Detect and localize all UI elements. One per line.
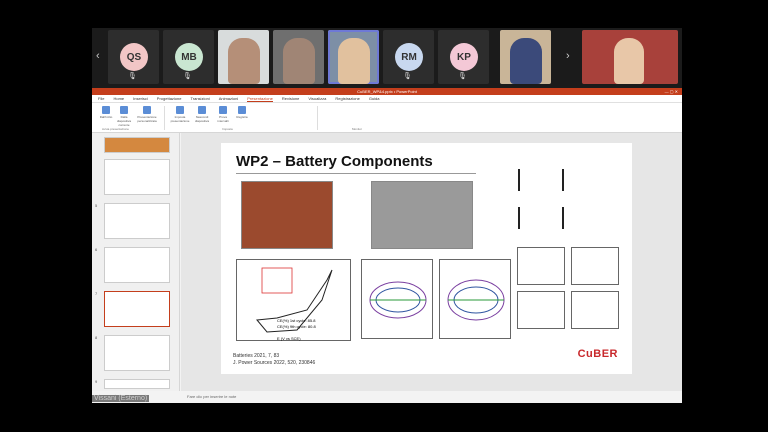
- participant-tile-qs[interactable]: QS 🎙: [108, 30, 159, 84]
- video-person: [228, 38, 260, 84]
- slide-thumbnail[interactable]: [104, 137, 170, 153]
- participant-tile-video[interactable]: [218, 30, 269, 84]
- cv-plot-a-svg: CE(%) 1st cycle: 85.8 CE(%) 9th cycle: 8…: [256, 267, 333, 341]
- svg-text:CE(%) 1st cycle: 85.8: CE(%) 1st cycle: 85.8: [277, 318, 316, 323]
- notes-bar[interactable]: Fare clic per inserire le note: [181, 391, 682, 403]
- ribbon-separator: [164, 106, 165, 130]
- powerpoint-window: CuBER_WP&4.pptx • PowerPoint — ▢ ✕ File …: [92, 88, 682, 403]
- slide-number: 7: [95, 291, 98, 296]
- reference-2: J. Power Sources 2022, 520, 230846: [233, 360, 316, 366]
- slide-number: 5: [95, 203, 98, 208]
- ribbon-separator: [317, 106, 318, 130]
- participant-tile-mb[interactable]: MB 🎙: [163, 30, 214, 84]
- title-rule: [236, 173, 476, 174]
- tab-file[interactable]: File: [98, 96, 104, 101]
- mic-muted-icon: 🎙: [458, 73, 467, 80]
- avatar: QS: [120, 43, 148, 71]
- cv-plot-a: CE(%) 1st cycle: 85.8 CE(%) 9th cycle: 8…: [236, 259, 351, 341]
- slide-title: WP2 – Battery Components: [236, 153, 433, 170]
- ftir-plot-4: [571, 291, 619, 329]
- cv-plot-b-svg: [369, 281, 427, 319]
- ftir-plot-1: [517, 247, 565, 285]
- mic-muted-icon: 🎙: [128, 73, 137, 80]
- reference-1: Batteries 2021, 7, 83: [233, 353, 280, 359]
- participant-tile-video[interactable]: [500, 30, 551, 84]
- chevron-right-icon[interactable]: ›: [566, 50, 570, 62]
- cv-plot-c: [439, 259, 511, 339]
- tab-recording[interactable]: Registrazione: [335, 96, 359, 101]
- notes-placeholder: Fare clic per inserire le note: [187, 394, 237, 399]
- tab-animations[interactable]: Animazioni: [219, 96, 239, 101]
- tab-review[interactable]: Revisione: [282, 96, 300, 101]
- svg-text:CE(%) 9th cycle: 80.8: CE(%) 9th cycle: 80.8: [277, 324, 316, 329]
- custom-show-button[interactable]: Presentazione personalizzata: [136, 106, 158, 124]
- slide-thumbnail[interactable]: [104, 159, 170, 195]
- file-title: CuBER_WP&4.pptx • PowerPoint: [357, 89, 417, 94]
- slide-canvas[interactable]: WP2 – Battery Components CE(%) 1st cycle…: [221, 143, 632, 374]
- slide-number: 6: [95, 247, 98, 252]
- video-person: [283, 38, 315, 84]
- ftir-plot-3: [517, 291, 565, 329]
- ftir-plot-2: [571, 247, 619, 285]
- tab-design[interactable]: Progettazione: [157, 96, 182, 101]
- tab-home[interactable]: Home: [113, 96, 124, 101]
- rehearse-button[interactable]: Prova intervalli: [214, 106, 232, 124]
- avatar: KP: [450, 43, 478, 71]
- ribbon: Dall'inizio Dalla diapositiva corrente P…: [92, 103, 682, 133]
- setup-show-button[interactable]: Imposta presentazione: [170, 106, 190, 124]
- reaction-schemes-svg: [518, 169, 564, 229]
- hide-slide-button[interactable]: Nascondi diapositiva: [192, 106, 212, 124]
- mic-muted-icon: 🎙: [183, 73, 192, 80]
- avatar: RM: [395, 43, 423, 71]
- participant-tile-kp[interactable]: KP 🎙: [438, 30, 489, 84]
- self-video-tile: [582, 30, 678, 84]
- record-button[interactable]: Registra: [234, 106, 250, 124]
- video-person: [614, 38, 644, 84]
- mic-muted-icon: 🎙: [403, 73, 412, 80]
- participant-strip: ‹ QS 🎙 MB 🎙 RM 🎙 KP 🎙 ›: [92, 28, 682, 88]
- tab-slideshow[interactable]: Presentazione: [247, 96, 273, 102]
- slide-thumbnail[interactable]: [104, 379, 170, 389]
- presenter-name-label: Vissani (Esterno): [92, 395, 150, 402]
- slide-thumbnail[interactable]: [104, 203, 170, 239]
- svg-text:E (V vs SCE): E (V vs SCE): [277, 336, 301, 341]
- ribbon-tabs: File Home Inserisci Progettazione Transi…: [92, 95, 682, 103]
- window-controls[interactable]: — ▢ ✕: [665, 89, 678, 94]
- slide-thumbnail-pane: 5 6 7 8 9: [92, 133, 180, 391]
- participant-tile-video-active[interactable]: [328, 30, 379, 84]
- cuber-logo: CuBER: [577, 348, 618, 360]
- avatar: MB: [175, 43, 203, 71]
- ribbon-group-label: Monitor: [352, 127, 363, 131]
- teams-window: ‹ QS 🎙 MB 🎙 RM 🎙 KP 🎙 › CuBER_WP&4.pptx …: [92, 28, 682, 403]
- ribbon-group-label: Avvia presentazione: [102, 127, 129, 131]
- ppt-title-bar: CuBER_WP&4.pptx • PowerPoint — ▢ ✕: [92, 88, 682, 95]
- tab-view[interactable]: Visualizza: [308, 96, 326, 101]
- reaction-schemes: [501, 163, 591, 238]
- slide-editing-area: WP2 – Battery Components CE(%) 1st cycle…: [181, 133, 682, 391]
- cv-plot-c-svg: [447, 279, 505, 321]
- chevron-left-icon[interactable]: ‹: [96, 50, 100, 62]
- participant-tile-rm[interactable]: RM 🎙: [383, 30, 434, 84]
- video-person: [510, 38, 542, 84]
- slide-thumbnail[interactable]: [104, 247, 170, 283]
- foil-photo: [241, 181, 333, 249]
- tab-insert[interactable]: Inserisci: [133, 96, 148, 101]
- ribbon-group-label: Imposta: [222, 127, 233, 131]
- slide-number: 9: [95, 379, 98, 384]
- cv-plot-b: [361, 259, 433, 339]
- from-start-button[interactable]: Dall'inizio: [98, 106, 114, 124]
- tab-transitions[interactable]: Transizioni: [190, 96, 209, 101]
- tab-help[interactable]: Guida: [369, 96, 380, 101]
- slide-thumbnail[interactable]: [104, 335, 170, 371]
- sem-image: [371, 181, 473, 249]
- participant-tile-video[interactable]: [273, 30, 324, 84]
- video-person: [338, 38, 370, 84]
- from-current-button[interactable]: Dalla diapositiva corrente: [116, 106, 132, 127]
- slide-thumbnail-selected[interactable]: [104, 291, 170, 327]
- slide-number: 8: [95, 335, 98, 340]
